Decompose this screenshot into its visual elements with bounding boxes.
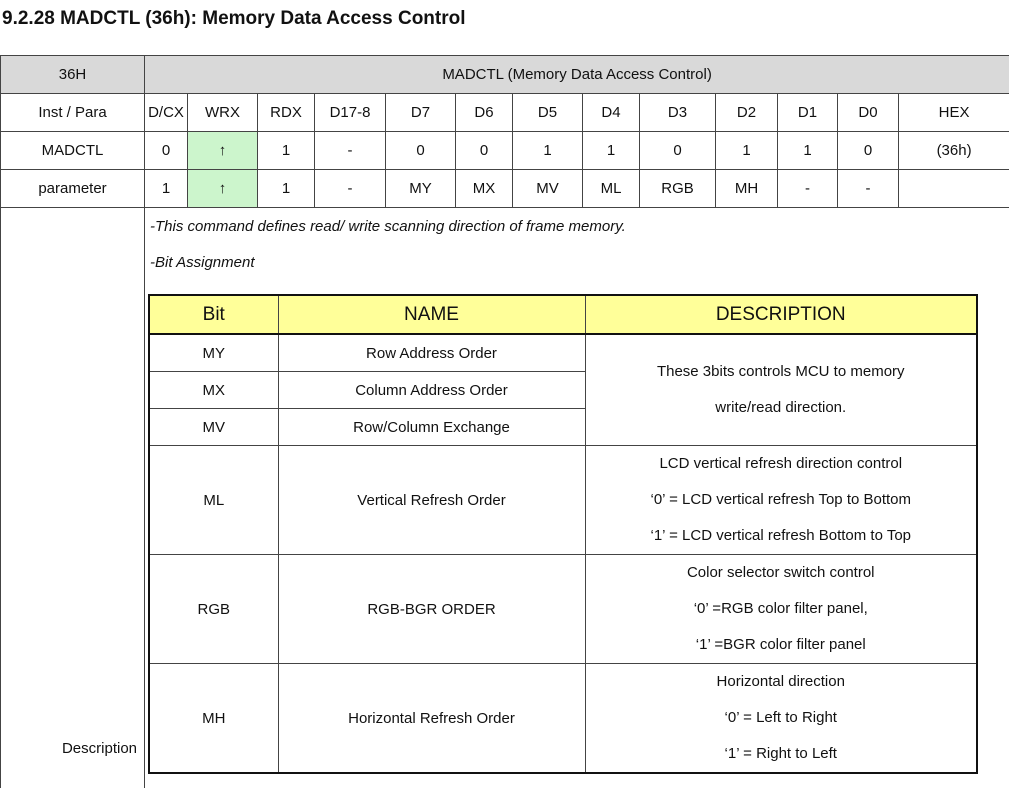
register-code: 36H bbox=[1, 56, 145, 94]
bit-cell: MX bbox=[149, 372, 278, 409]
description-cell: These 3bits controls MCU to memory write… bbox=[585, 334, 977, 446]
table-cell: - bbox=[838, 170, 899, 208]
description-line: LCD vertical refresh direction control bbox=[586, 446, 977, 482]
description-cell: Horizontal direction ‘0’ = Left to Right… bbox=[585, 664, 977, 774]
bit-cell: RGB bbox=[149, 555, 278, 664]
table-cell: 1 bbox=[716, 132, 778, 170]
table-cell: - bbox=[315, 132, 386, 170]
table-row: parameter 1 ↑ 1 - MY MX MV ML RGB MH - - bbox=[1, 170, 1009, 208]
table-cell: MX bbox=[456, 170, 513, 208]
description-line: These 3bits controls MCU to memory bbox=[586, 354, 977, 390]
table-row: ML Vertical Refresh Order LCD vertical r… bbox=[149, 446, 977, 555]
description-line: Horizontal direction bbox=[586, 664, 977, 700]
description-line: ‘1’ =BGR color filter panel bbox=[586, 627, 977, 663]
description-line: -This command defines read/ write scanni… bbox=[150, 218, 626, 235]
table-cell: MH bbox=[716, 170, 778, 208]
bit-cell: MH bbox=[149, 664, 278, 774]
table-row: RGB RGB-BGR ORDER Color selector switch … bbox=[149, 555, 977, 664]
column-header: D0 bbox=[838, 94, 899, 132]
column-header: D17-8 bbox=[315, 94, 386, 132]
column-header: D1 bbox=[778, 94, 838, 132]
table-cell: (36h) bbox=[899, 132, 1009, 170]
table-cell bbox=[899, 170, 1009, 208]
column-header: DESCRIPTION bbox=[585, 295, 977, 334]
wrx-arrow-cell: ↑ bbox=[188, 170, 258, 208]
bit-cell: MY bbox=[149, 334, 278, 372]
table-cell: 1 bbox=[778, 132, 838, 170]
table-cell: parameter bbox=[1, 170, 145, 208]
column-header: D/CX bbox=[145, 94, 188, 132]
description-line: write/read direction. bbox=[586, 390, 977, 426]
column-header: HEX bbox=[899, 94, 1009, 132]
table-cell: 0 bbox=[640, 132, 716, 170]
column-header: D2 bbox=[716, 94, 778, 132]
bit-assignment-label: -Bit Assignment bbox=[150, 254, 254, 271]
column-header: Inst / Para bbox=[1, 94, 145, 132]
table-cell: MV bbox=[513, 170, 583, 208]
table-cell: RGB bbox=[640, 170, 716, 208]
column-header: D5 bbox=[513, 94, 583, 132]
description-cell: Color selector switch control ‘0’ =RGB c… bbox=[585, 555, 977, 664]
column-header: Bit bbox=[149, 295, 278, 334]
column-header: D7 bbox=[386, 94, 456, 132]
column-header-row: Inst / Para D/CX WRX RDX D17-8 D7 D6 D5 … bbox=[1, 94, 1009, 132]
bit-table-header: Bit NAME DESCRIPTION bbox=[149, 295, 977, 334]
table-row: MH Horizontal Refresh Order Horizontal d… bbox=[149, 664, 977, 774]
column-header: D3 bbox=[640, 94, 716, 132]
table-row: MADCTL 0 ↑ 1 - 0 0 1 1 0 1 1 0 (36h) bbox=[1, 132, 1009, 170]
table-cell: ML bbox=[583, 170, 640, 208]
name-cell: Row Address Order bbox=[278, 334, 585, 372]
bit-cell: MV bbox=[149, 409, 278, 446]
table-cell: 1 bbox=[513, 132, 583, 170]
column-header: WRX bbox=[188, 94, 258, 132]
description-label: Description bbox=[1, 208, 145, 788]
table-row: MY Row Address Order These 3bits control… bbox=[149, 334, 977, 372]
column-header: RDX bbox=[258, 94, 315, 132]
bit-cell: ML bbox=[149, 446, 278, 555]
wrx-arrow-cell: ↑ bbox=[188, 132, 258, 170]
table-cell: 0 bbox=[838, 132, 899, 170]
table-cell: 1 bbox=[145, 170, 188, 208]
column-header: D6 bbox=[456, 94, 513, 132]
name-cell: Vertical Refresh Order bbox=[278, 446, 585, 555]
column-header: D4 bbox=[583, 94, 640, 132]
description-line: ‘1’ = Right to Left bbox=[586, 736, 977, 772]
table-cell: 1 bbox=[583, 132, 640, 170]
table-cell: 1 bbox=[258, 132, 315, 170]
name-cell: Row/Column Exchange bbox=[278, 409, 585, 446]
description-line: ‘0’ =RGB color filter panel, bbox=[586, 591, 977, 627]
table-cell: 1 bbox=[258, 170, 315, 208]
column-header: NAME bbox=[278, 295, 585, 334]
table-cell: 0 bbox=[456, 132, 513, 170]
name-cell: RGB-BGR ORDER bbox=[278, 555, 585, 664]
table-cell: MADCTL bbox=[1, 132, 145, 170]
table-cell: - bbox=[315, 170, 386, 208]
description-line: ‘1’ = LCD vertical refresh Bottom to Top bbox=[586, 518, 977, 554]
description-cell: LCD vertical refresh direction control ‘… bbox=[585, 446, 977, 555]
table-cell: 0 bbox=[386, 132, 456, 170]
name-cell: Horizontal Refresh Order bbox=[278, 664, 585, 774]
description-line: ‘0’ = LCD vertical refresh Top to Bottom bbox=[586, 482, 977, 518]
name-cell: Column Address Order bbox=[278, 372, 585, 409]
description-line: ‘0’ = Left to Right bbox=[586, 700, 977, 736]
section-heading: 9.2.28 MADCTL (36h): Memory Data Access … bbox=[2, 8, 466, 30]
table-cell: - bbox=[778, 170, 838, 208]
register-title: MADCTL (Memory Data Access Control) bbox=[145, 56, 1009, 94]
description-line: Color selector switch control bbox=[586, 555, 977, 591]
table-cell: MY bbox=[386, 170, 456, 208]
bit-assignment-table: Bit NAME DESCRIPTION MY Row Address Orde… bbox=[148, 294, 978, 774]
table-cell: 0 bbox=[145, 132, 188, 170]
